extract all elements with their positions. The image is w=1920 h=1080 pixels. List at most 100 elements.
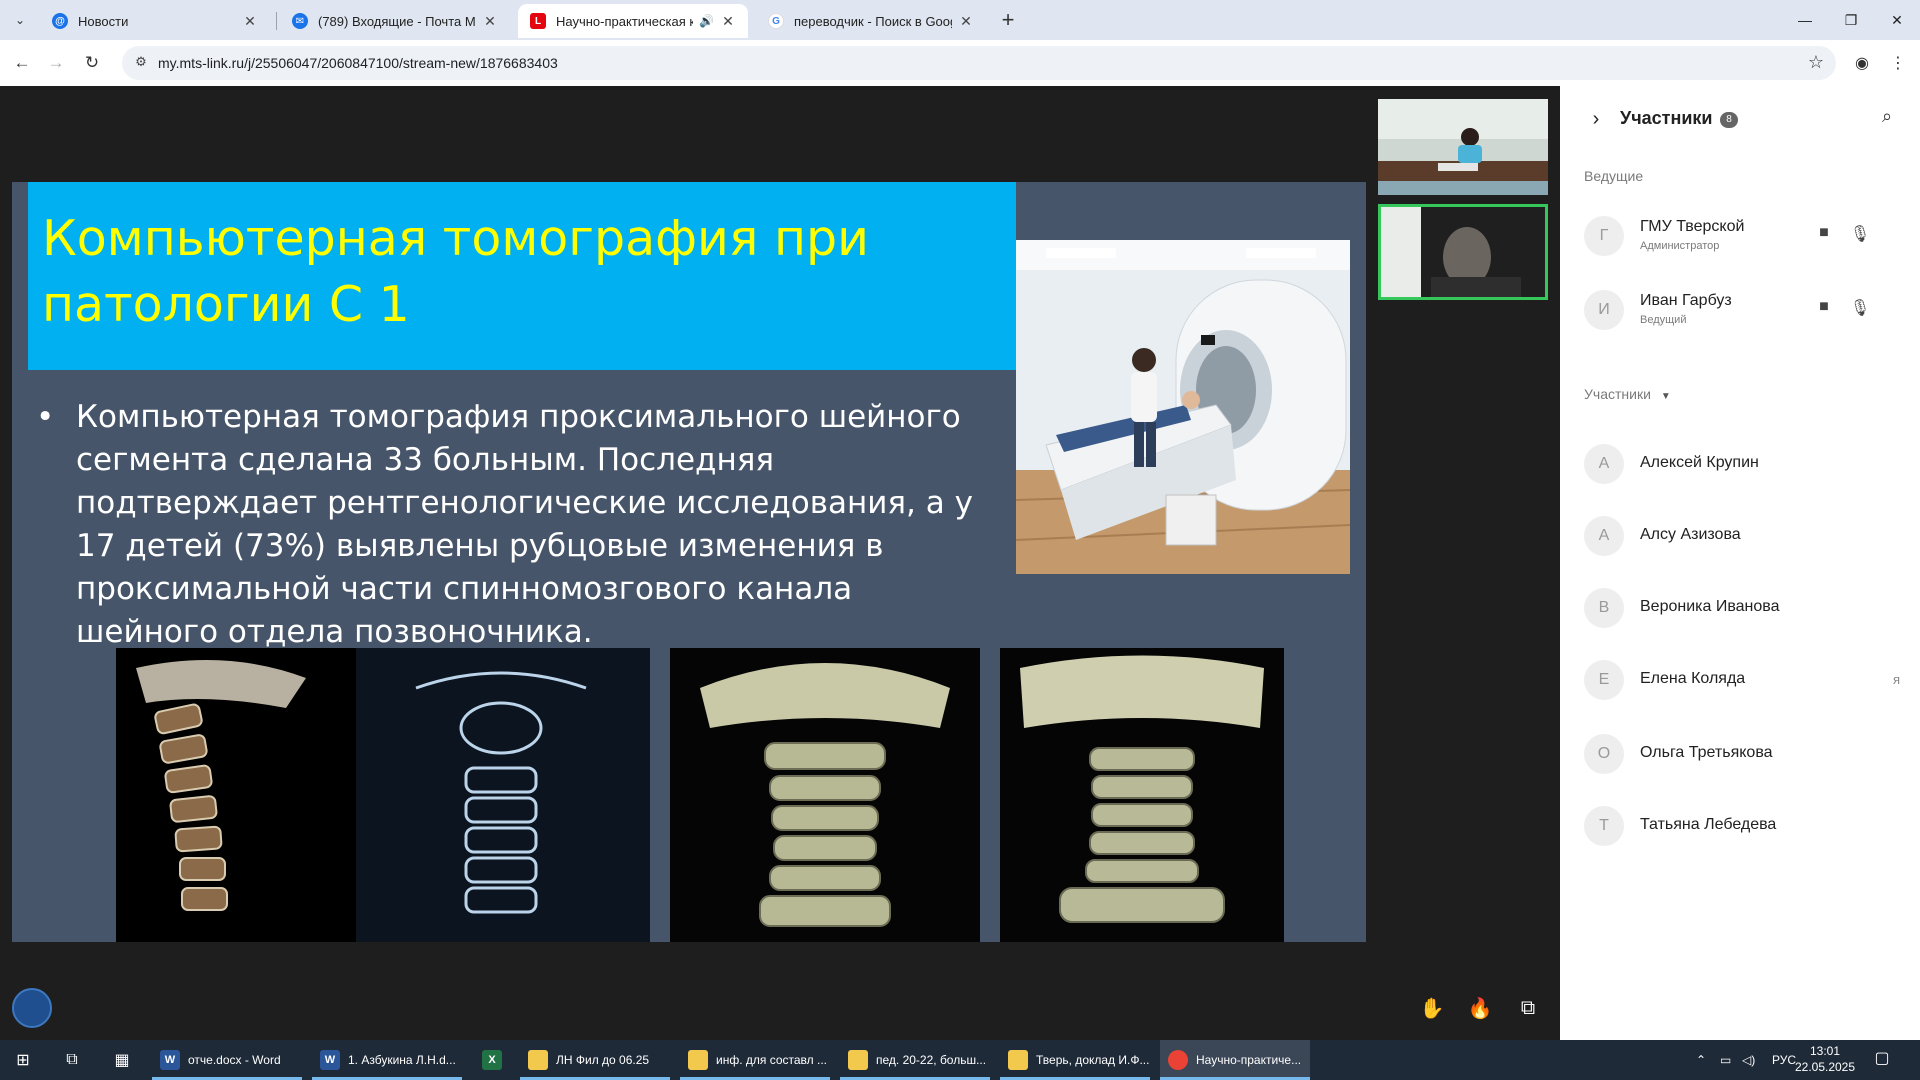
volume-icon[interactable]: ◁) [1742, 1040, 1755, 1080]
participant-role: Администратор [1640, 240, 1720, 252]
speaker-icon[interactable]: 🔊 [699, 14, 714, 28]
participant-row[interactable]: Г ГМУ Тверской Администратор ■ 🎙 [1584, 212, 1904, 260]
restore-button[interactable]: ❐ [1828, 0, 1874, 40]
taskbar-app-folder-1[interactable]: ЛН Фил до 06.25 [520, 1040, 670, 1080]
reaction-flame-icon[interactable]: 🔥 [1460, 988, 1500, 1028]
participants-section-label: Участники [1584, 386, 1651, 402]
participants-panel: › Участники 8 ⌕ Ведущие Г ГМУ Тверской А… [1560, 86, 1920, 1040]
clock-date: 22.05.2025 [1794, 1060, 1856, 1074]
participant-row[interactable]: А Алсу Азизова [1584, 512, 1904, 560]
camera-icon[interactable]: ■ [1812, 298, 1836, 322]
taskbar-app-label: отче.docx - Word [188, 1053, 281, 1067]
site-info-icon[interactable]: ⚙ [132, 54, 150, 72]
participant-row[interactable]: В Вероника Иванова [1584, 584, 1904, 632]
taskbar-app-folder-3[interactable]: пед. 20-22, больш... [840, 1040, 990, 1080]
calculator-icon[interactable]: ▦ [100, 1040, 144, 1080]
tab-title: переводчик - Поиск в Google [794, 13, 952, 29]
notification-center-icon[interactable]: ▢ [1870, 1048, 1894, 1072]
video-tile-host[interactable] [1378, 99, 1548, 195]
tab-title: (789) Входящие - Почта Mail [318, 13, 476, 29]
participant-row[interactable]: Т Татьяна Лебедева [1584, 802, 1904, 850]
new-tab-button[interactable]: + [994, 6, 1022, 34]
participant-row[interactable]: О Ольга Третьякова [1584, 730, 1904, 778]
tab-title: Новости [78, 13, 129, 29]
avatar: А [1584, 516, 1624, 556]
task-view-icon[interactable]: ⧉ [50, 1040, 94, 1080]
network-icon[interactable]: ▭ [1720, 1040, 1731, 1080]
avatar: Е [1584, 660, 1624, 700]
participant-row[interactable]: И Иван Гарбуз Ведущий ■ 🎙 [1584, 286, 1904, 334]
search-icon[interactable]: ⌕ [1874, 106, 1900, 132]
reload-button[interactable]: ↻ [78, 49, 106, 77]
participant-row[interactable]: Е Елена Коляда я [1584, 656, 1904, 704]
camera-icon[interactable]: ■ [1812, 224, 1836, 248]
slide-bullet: • Компьютерная томография проксимального… [36, 396, 996, 654]
taskbar-app-word-1[interactable]: W отче.docx - Word [152, 1040, 302, 1080]
microphone-icon[interactable]: 🎙 [1848, 298, 1872, 322]
tab-conference[interactable]: L Научно-практическая кон 🔊 ✕ [518, 4, 748, 38]
taskbar-app-word-2[interactable]: W 1. Азбукина Л.Н.d... [312, 1040, 462, 1080]
close-icon[interactable]: ✕ [720, 13, 736, 30]
ct-scan-sagittal-coronal [116, 648, 650, 942]
picture-in-picture-icon[interactable]: ⧉ [1508, 988, 1548, 1028]
taskbar-app-label: 1. Азбукина Л.Н.d... [348, 1053, 456, 1067]
tray-chevron-icon[interactable]: ⌃ [1696, 1040, 1706, 1080]
tab-search-chevron-icon[interactable]: ⌄ [8, 8, 32, 32]
address-bar[interactable]: ⚙ my.mts-link.ru/j/25506047/2060847100/s… [122, 46, 1836, 80]
microphone-icon[interactable]: 🎙 [1848, 224, 1872, 248]
avatar: Т [1584, 806, 1624, 846]
bookmark-star-icon[interactable]: ☆ [1808, 52, 1824, 73]
close-window-button[interactable]: ✕ [1874, 0, 1920, 40]
organization-logo [12, 988, 52, 1028]
avatar: О [1584, 734, 1624, 774]
chrome-icon [1168, 1050, 1188, 1070]
mts-link-icon: L [530, 13, 546, 29]
url-text: my.mts-link.ru/j/25506047/2060847100/str… [158, 55, 558, 71]
tab-news[interactable]: @ Новости ✕ [40, 4, 270, 38]
participant-row[interactable]: А Алексей Крупин [1584, 440, 1904, 488]
close-icon[interactable]: ✕ [242, 13, 258, 30]
presentation-slide: Компьютерная томография при патологии С … [12, 182, 1366, 942]
avatar: Г [1584, 216, 1624, 256]
avatar: В [1584, 588, 1624, 628]
excel-icon[interactable]: X [472, 1040, 512, 1080]
profile-icon[interactable]: ◉ [1848, 49, 1876, 77]
slide-title: Компьютерная томография при патологии С … [42, 210, 869, 333]
windows-start-icon[interactable]: ⊞ [0, 1040, 46, 1080]
minimize-button[interactable]: — [1782, 0, 1828, 40]
taskbar-app-label: инф. для составл ... [716, 1053, 827, 1067]
participant-name: Вероника Иванова [1640, 598, 1780, 615]
tab-divider [276, 12, 277, 30]
video-tile-speaker[interactable] [1378, 204, 1548, 300]
back-button[interactable]: ← [8, 49, 36, 77]
browser-toolbar: ← → ↻ ⚙ my.mts-link.ru/j/25506047/206084… [0, 40, 1920, 86]
taskbar-app-folder-2[interactable]: инф. для составл ... [680, 1040, 830, 1080]
participants-count-badge: 8 [1720, 112, 1738, 128]
taskbar-app-label: Научно-практиче... [1196, 1053, 1302, 1067]
taskbar-app-folder-4[interactable]: Тверь, доклад И.Ф.... [1000, 1040, 1150, 1080]
forward-button[interactable]: → [42, 49, 70, 77]
participant-name: Алексей Крупин [1640, 454, 1759, 471]
word-icon: W [160, 1050, 180, 1070]
participants-title: Участники [1620, 108, 1713, 128]
taskbar-app-chrome[interactable]: Научно-практиче... [1160, 1040, 1310, 1080]
scanner-photo [1016, 240, 1350, 574]
raise-hand-icon[interactable]: ✋ [1412, 988, 1452, 1028]
ct-scan-3d-front [670, 648, 980, 942]
clock[interactable]: 13:01 22.05.2025 [1786, 1043, 1864, 1075]
self-tag: я [1892, 672, 1900, 687]
tab-google-translate-search[interactable]: G переводчик - Поиск в Google ✕ [756, 4, 986, 38]
tab-mail-inbox[interactable]: ✉ (789) Входящие - Почта Mail ✕ [280, 4, 510, 38]
clock-time: 13:01 [1809, 1044, 1841, 1058]
participants-section-toggle[interactable]: Участники ▼ [1584, 386, 1671, 402]
word-icon: W [320, 1050, 340, 1070]
conference-stage: Компьютерная томография при патологии С … [0, 86, 1560, 1040]
close-icon[interactable]: ✕ [958, 13, 974, 30]
slide-bullet-text: Компьютерная томография проксимального ш… [76, 399, 973, 650]
close-icon[interactable]: ✕ [482, 13, 498, 30]
participants-header: › Участники 8 ⌕ [1560, 86, 1920, 154]
menu-kebab-icon[interactable]: ⋮ [1884, 49, 1912, 77]
ct-scan-3d-posterior [1000, 648, 1284, 942]
collapse-chevron-icon[interactable]: › [1584, 108, 1608, 132]
mail-envelope-icon: ✉ [292, 13, 308, 29]
